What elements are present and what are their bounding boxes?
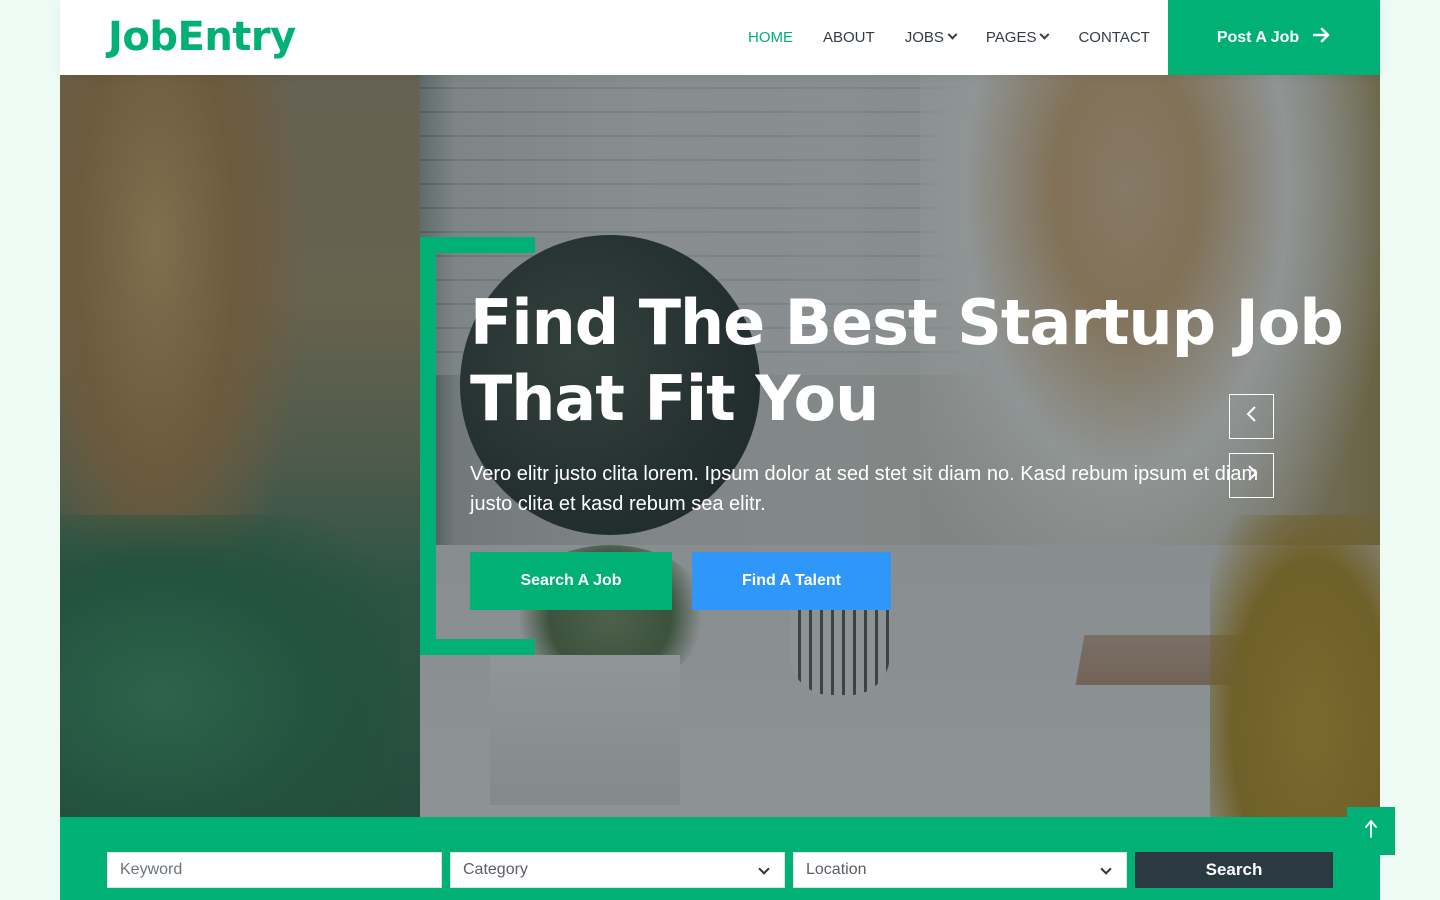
- back-to-top-button[interactable]: [1347, 807, 1395, 855]
- hero-carousel: Find The Best Startup Job That Fit You V…: [60, 75, 1380, 817]
- chevron-down-icon: [1040, 29, 1050, 40]
- keyword-field[interactable]: [107, 852, 442, 888]
- nav-item-contact[interactable]: CONTACT: [1078, 29, 1149, 46]
- carousel-prev-button[interactable]: [1229, 394, 1274, 439]
- post-job-label: Post A Job: [1216, 28, 1300, 46]
- arrow-right-icon: [1312, 26, 1331, 49]
- hero-bracket: [420, 237, 535, 253]
- chevron-down-icon: [1100, 863, 1112, 875]
- page: JobEntry HOME ABOUT JOBS PAGES CONTACT P…: [60, 0, 1395, 900]
- chevron-down-icon: [758, 863, 770, 875]
- hero-title: Find The Best Startup Job That Fit You: [470, 286, 1344, 435]
- chevron-down-icon: [947, 29, 958, 40]
- nav-links: HOME ABOUT JOBS PAGES CONTACT: [748, 0, 1180, 75]
- search-a-job-button[interactable]: Search A Job: [470, 552, 672, 610]
- brand-logo[interactable]: JobEntry: [108, 14, 296, 60]
- chevron-right-icon: [1245, 464, 1259, 487]
- find-a-talent-button[interactable]: Find A Talent: [692, 552, 891, 610]
- job-search-bar: Category Location Search: [60, 817, 1380, 900]
- keyword-input[interactable]: [120, 861, 441, 879]
- post-job-button[interactable]: Post A Job: [1168, 0, 1380, 75]
- hero-bracket: [420, 237, 436, 655]
- hero-overlay: [60, 75, 1380, 817]
- location-select-value: Location: [806, 861, 867, 878]
- search-button[interactable]: Search: [1135, 852, 1333, 888]
- nav-item-about[interactable]: ABOUT: [823, 29, 875, 46]
- nav-item-label: PAGES: [985, 29, 1037, 46]
- navbar: JobEntry HOME ABOUT JOBS PAGES CONTACT P…: [60, 0, 1380, 75]
- category-select-value: Category: [463, 861, 528, 878]
- nav-item-label: CONTACT: [1078, 29, 1150, 46]
- nav-item-label: HOME: [748, 29, 793, 46]
- nav-item-label: JOBS: [904, 29, 944, 46]
- nav-item-jobs[interactable]: JOBS: [904, 29, 958, 46]
- location-select[interactable]: Location: [793, 852, 1127, 888]
- hero-bracket: [420, 639, 535, 655]
- nav-item-pages[interactable]: PAGES: [985, 29, 1050, 46]
- category-select[interactable]: Category: [450, 852, 785, 888]
- chevron-left-icon: [1245, 405, 1259, 428]
- nav-item-home[interactable]: HOME: [748, 29, 793, 46]
- nav-item-label: ABOUT: [823, 29, 875, 46]
- carousel-next-button[interactable]: [1229, 453, 1274, 498]
- hero-text: Vero elitr justo clita lorem. Ipsum dolo…: [470, 463, 1259, 515]
- arrow-up-icon: [1364, 819, 1378, 844]
